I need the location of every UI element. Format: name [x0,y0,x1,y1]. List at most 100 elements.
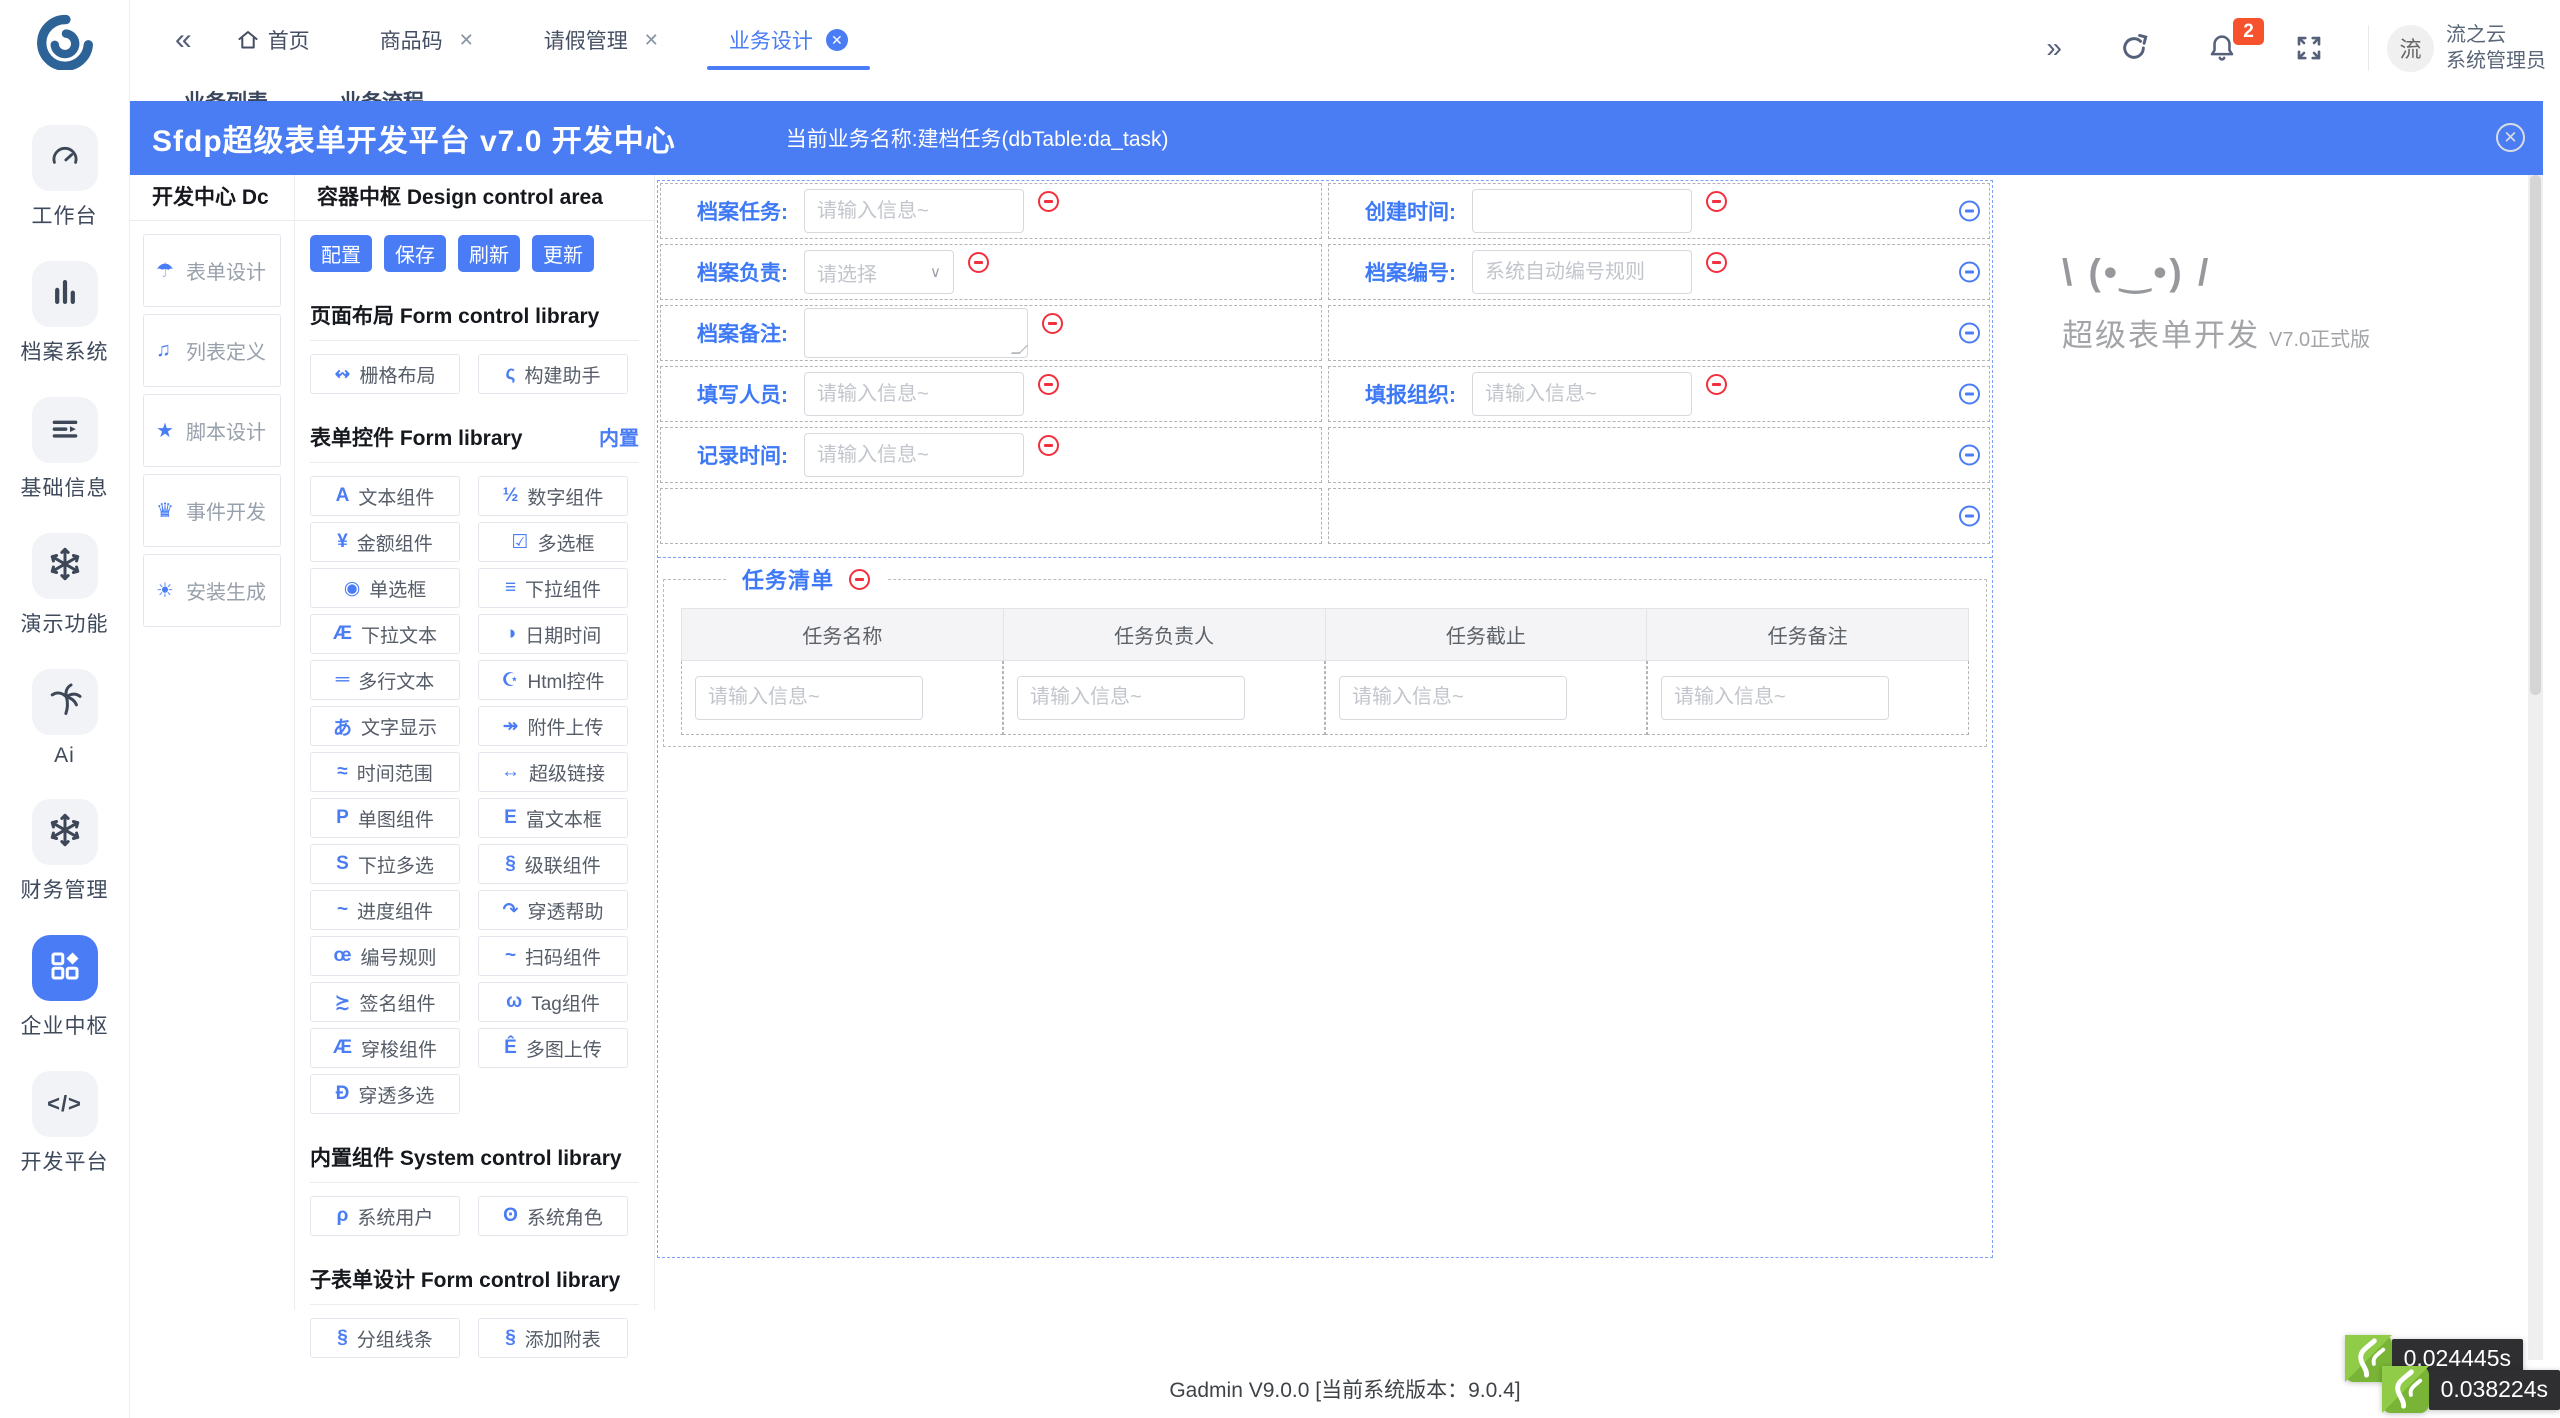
form-control-item[interactable]: あ文字显示 [310,706,460,746]
close-tab-icon[interactable]: ✕ [825,29,848,51]
close-tab-icon[interactable]: ✕ [459,30,474,51]
resize-handle-icon[interactable] [1010,345,1029,354]
tab-business-design[interactable]: 业务设计 ✕ [706,25,870,70]
form-control-item[interactable]: Ê 多图上传 [478,1028,628,1068]
form-control-item[interactable]: E 富文本框 [478,798,628,838]
form-control-item[interactable]: ½ 数字组件 [478,476,628,516]
form-field-archive-task[interactable]: 档案任务: [660,183,1322,239]
remove-field-icon[interactable] [1042,312,1063,334]
form-control-item[interactable]: § 级联组件 [478,844,628,884]
form-field-archive-number[interactable]: 档案编号: [1328,244,1990,300]
form-control-item[interactable]: Đ 穿透多选 [310,1074,460,1114]
form-control-item[interactable]: œ 编号规则 [310,936,460,976]
sidebar-item-workbench[interactable]: 工作台 [31,125,98,230]
field-input[interactable] [804,189,1024,233]
form-control-item[interactable]: ◑ 日期时间 [478,614,628,654]
tab-home[interactable]: 首页 [236,25,310,55]
form-field-archive-owner[interactable]: 档案负责: 请选择 ∨ [660,244,1322,300]
field-input[interactable] [1472,372,1692,416]
form-field-create-time[interactable]: 创建时间: [1328,183,1990,239]
sidebar-item-archive[interactable]: 档案系统 [21,261,109,366]
form-control-item[interactable]: Æ 下拉文本 [310,614,460,654]
expand-tabs-icon[interactable]: » [2046,32,2062,64]
cell-input[interactable] [1017,675,1245,720]
config-button[interactable]: 配置 [310,235,372,272]
dc-item-event-dev[interactable]: ♛ 事件开发 [143,474,281,547]
form-control-item[interactable]: ¥ 金额组件 [310,522,460,562]
brand-logo-icon[interactable] [35,14,95,75]
sidebar-item-base-info[interactable]: 基础信息 [21,397,109,502]
field-select[interactable]: 请选择 ∨ [804,250,954,294]
fullscreen-icon[interactable] [2294,33,2324,63]
remove-field-icon[interactable] [1038,190,1059,212]
remove-field-icon[interactable] [1038,373,1059,395]
remove-field-icon[interactable] [968,251,989,273]
system-user-control[interactable]: ρ 系统用户 [310,1196,460,1236]
remove-row-icon[interactable] [1959,261,1980,283]
remove-row-icon[interactable] [1959,322,1980,344]
modal-close-icon[interactable]: ✕ [2496,123,2525,152]
refresh-button[interactable]: 刷新 [458,235,520,272]
sidebar-item-ai[interactable]: Ai [31,669,98,768]
form-design-canvas[interactable]: 档案任务: 创建时间: 档案负责: 请选择 ∨ [657,180,1993,1258]
form-control-item[interactable]: ◉ 单选框 [310,568,460,608]
table-cell[interactable] [1647,661,1969,735]
table-cell[interactable] [681,661,1003,735]
add-subtable-control[interactable]: § 添加附表 [478,1318,628,1358]
close-tab-icon[interactable]: ✕ [644,30,659,51]
form-control-item[interactable]: A 文本组件 [310,476,460,516]
remove-subform-icon[interactable] [849,568,871,590]
form-control-item[interactable]: ↷ 穿透帮助 [478,890,628,930]
system-role-control[interactable]: ʘ 系统角色 [478,1196,628,1236]
form-control-item[interactable]: P 单图组件 [310,798,460,838]
form-control-item[interactable]: ~ 扫码组件 [478,936,628,976]
remove-row-icon[interactable] [1959,505,1980,527]
form-control-item[interactable]: ≡ 下拉组件 [478,568,628,608]
remove-row-icon[interactable] [1959,383,1980,405]
sidebar-item-dev-platform[interactable]: </> 开发平台 [21,1071,109,1176]
user-avatar[interactable]: 流 [2387,24,2434,72]
cell-input[interactable] [1339,675,1567,720]
dc-item-install-generate[interactable]: ☀ 安装生成 [143,554,281,627]
field-input[interactable] [804,372,1024,416]
collapse-tabs-icon[interactable]: « [175,23,192,57]
cell-input[interactable] [1661,675,1889,720]
empty-cell[interactable] [1328,488,1990,544]
refresh-icon[interactable] [2118,32,2150,64]
empty-cell[interactable] [1328,427,1990,483]
form-control-item[interactable]: ≿ 签名组件 [310,982,460,1022]
remove-field-icon[interactable] [1706,251,1727,273]
field-input[interactable] [1472,250,1692,294]
scrollbar-thumb[interactable] [2530,175,2541,695]
form-field-record-time[interactable]: 记录时间: [660,427,1322,483]
tab-product-code[interactable]: 商品码 ✕ [380,25,474,55]
user-info[interactable]: 流之云 系统管理员 [2446,22,2546,74]
remove-field-icon[interactable] [1706,373,1727,395]
cell-input[interactable] [695,675,923,720]
tab-leave-management[interactable]: 请假管理 ✕ [544,25,659,55]
builtin-link[interactable]: 内置 [599,422,639,451]
scrollbar[interactable] [2528,175,2543,1360]
notification-bell-icon[interactable]: 2 [2206,18,2264,64]
remove-row-icon[interactable] [1959,444,1980,466]
form-control-item[interactable]: ω Tag组件 [478,982,628,1022]
form-control-item[interactable]: ↔ 超级链接 [478,752,628,792]
update-button[interactable]: 更新 [532,235,594,272]
field-input[interactable] [804,433,1024,477]
sidebar-item-enterprise-hub[interactable]: 企业中枢 [21,935,109,1040]
form-control-item[interactable]: Æ 穿梭组件 [310,1028,460,1068]
remove-field-icon[interactable] [1706,190,1727,212]
form-field-fill-person[interactable]: 填写人员: [660,366,1322,422]
sidebar-item-demo[interactable]: 演示功能 [21,533,109,638]
task-list-subform[interactable]: 任务清单 任务名称 任务负责人 任务截止 任务备注 [663,563,1987,747]
remove-field-icon[interactable] [1038,434,1059,456]
grid-layout-control[interactable]: ↭ 栅格布局 [310,354,460,394]
sidebar-item-finance[interactable]: 财务管理 [21,799,109,904]
build-assistant-control[interactable]: ς 构建助手 [478,354,628,394]
dc-item-form-design[interactable]: ☂ 表单设计 [143,234,281,307]
empty-cell[interactable] [1328,305,1990,361]
field-input[interactable] [1472,189,1692,233]
field-textarea[interactable] [804,308,1029,358]
table-cell[interactable] [1325,661,1647,735]
form-control-item[interactable]: ~ 进度组件 [310,890,460,930]
